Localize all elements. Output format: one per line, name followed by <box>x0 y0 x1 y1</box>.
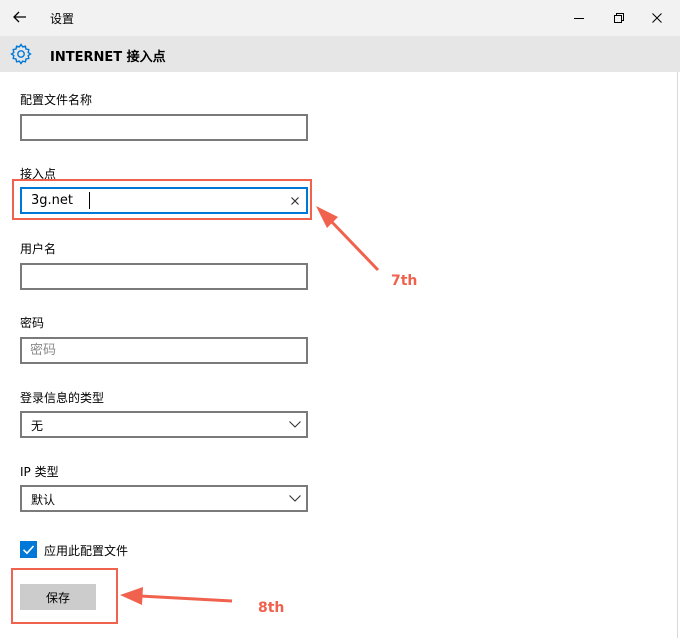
close-icon[interactable] <box>643 4 671 32</box>
ip-type-select[interactable]: 默认 <box>20 485 308 512</box>
arrow-step8 <box>139 594 233 603</box>
gear-icon <box>10 43 32 65</box>
login-type-label: 登录信息的类型 <box>20 391 105 405</box>
back-arrow-icon[interactable] <box>9 6 31 28</box>
arrow-head-step7 <box>316 206 338 228</box>
ip-type-label: IP 类型 <box>20 465 59 479</box>
username-input[interactable] <box>20 263 308 290</box>
highlight-box-apn <box>12 179 312 220</box>
annotation-step7: 7th <box>391 273 418 289</box>
title-bar: 设置 <box>0 0 680 36</box>
ip-type-value: 默认 <box>31 493 56 507</box>
window-title: 设置 <box>50 12 75 26</box>
arrow-head-step8 <box>120 587 143 605</box>
checkmark-icon <box>22 545 35 555</box>
username-label: 用户名 <box>20 242 57 256</box>
restore-icon[interactable] <box>605 4 633 32</box>
chevron-down-icon <box>289 495 301 502</box>
login-type-select[interactable]: 无 <box>20 411 308 438</box>
page-title: INTERNET 接入点 <box>50 50 166 65</box>
password-input[interactable] <box>20 337 308 364</box>
login-type-value: 无 <box>31 419 44 433</box>
minimize-icon[interactable] <box>565 4 593 32</box>
apply-profile-label: 应用此配置文件 <box>44 544 129 558</box>
profile-name-input[interactable] <box>20 114 308 141</box>
apply-profile-checkbox[interactable] <box>20 541 37 558</box>
scrollbar-track[interactable] <box>677 72 678 638</box>
arrow-step7 <box>328 218 380 272</box>
annotation-step8: 8th <box>258 600 285 616</box>
page-header: INTERNET 接入点 <box>0 36 680 72</box>
highlight-box-save <box>11 568 118 624</box>
profile-name-label: 配置文件名称 <box>20 93 93 107</box>
chevron-down-icon <box>289 421 301 428</box>
password-label: 密码 <box>20 316 45 330</box>
